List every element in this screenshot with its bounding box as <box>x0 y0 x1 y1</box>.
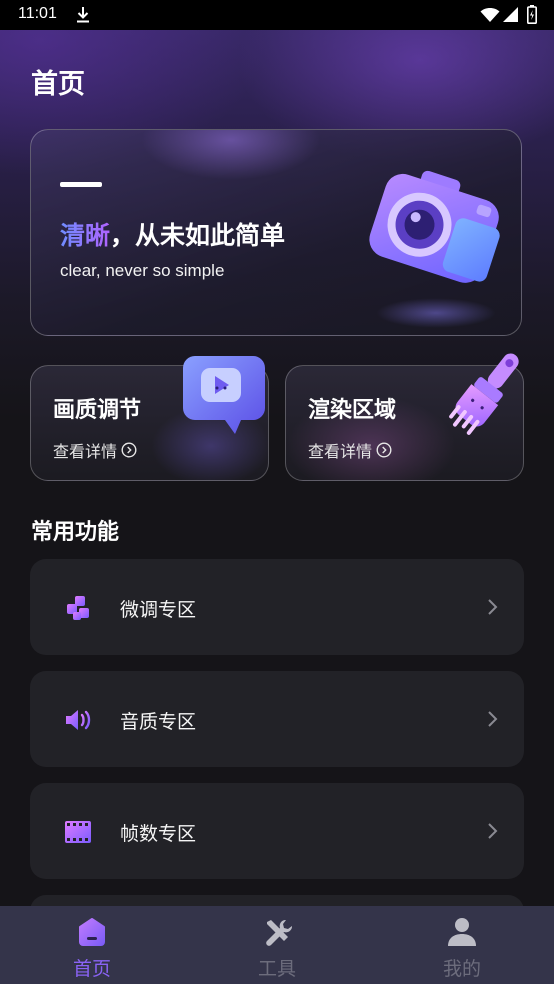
download-icon <box>77 7 89 23</box>
view-details-label: 查看详情 <box>53 442 118 461</box>
hero-banner[interactable]: 清晰，从未如此简单 clear, never so simple <box>30 129 522 336</box>
view-details-link[interactable]: 查看详情 <box>53 438 137 462</box>
chevron-right-icon <box>488 711 498 727</box>
circle-arrow-icon <box>376 442 392 458</box>
tools-icon <box>266 919 292 946</box>
camera-icon <box>369 170 500 283</box>
section-title: 常用功能 <box>31 520 120 545</box>
nav-label: 工具 <box>257 958 296 980</box>
nav-label: 我的 <box>442 958 481 980</box>
chevron-right-icon <box>488 599 498 615</box>
profile-icon <box>448 918 476 946</box>
function-item-audio[interactable]: 音质专区 <box>30 671 524 767</box>
hero-subtitle: clear, never so simple <box>60 261 225 280</box>
function-label: 微调专区 <box>120 599 197 621</box>
hero-glow <box>141 130 321 180</box>
function-item-finetune[interactable]: 微调专区 <box>30 559 524 655</box>
play-bubble-icon <box>183 356 265 434</box>
nav-label: 首页 <box>72 958 111 980</box>
feature-card-title: 渲染区域 <box>308 398 397 423</box>
nav-item-profile[interactable]: 我的 <box>370 906 554 984</box>
hero-title: 清晰，从未如此简单 <box>60 216 285 252</box>
page-title: 首页 <box>31 69 85 100</box>
bottom-nav: 首页 工具 我的 <box>0 906 554 984</box>
hero-title-accent: 清晰 <box>60 221 111 250</box>
view-details-link[interactable]: 查看详情 <box>308 438 392 462</box>
function-label: 音质专区 <box>120 711 197 733</box>
battery-icon <box>527 5 537 24</box>
nav-item-tools[interactable]: 工具 <box>185 906 369 984</box>
feature-card-title: 画质调节 <box>53 398 142 423</box>
status-time: 11:01 <box>18 5 57 22</box>
film-icon <box>65 821 91 843</box>
camera-shadow <box>376 298 496 328</box>
wifi-icon <box>480 8 500 22</box>
status-bar: 11:01 <box>0 0 554 30</box>
chevron-right-icon <box>488 823 498 839</box>
view-details-label: 查看详情 <box>308 442 373 461</box>
function-label: 帧数专区 <box>120 823 197 845</box>
speaker-icon <box>66 710 91 730</box>
hero-title-rest: ，从未如此简单 <box>110 221 286 250</box>
hero-dash <box>60 182 102 187</box>
nav-item-home[interactable]: 首页 <box>0 906 184 984</box>
circle-arrow-icon <box>121 442 137 458</box>
function-item-framerate[interactable]: 帧数专区 <box>30 783 524 879</box>
home-icon <box>79 918 105 946</box>
tune-icon <box>67 596 89 620</box>
brush-icon <box>449 353 519 435</box>
signal-icon <box>503 7 518 22</box>
